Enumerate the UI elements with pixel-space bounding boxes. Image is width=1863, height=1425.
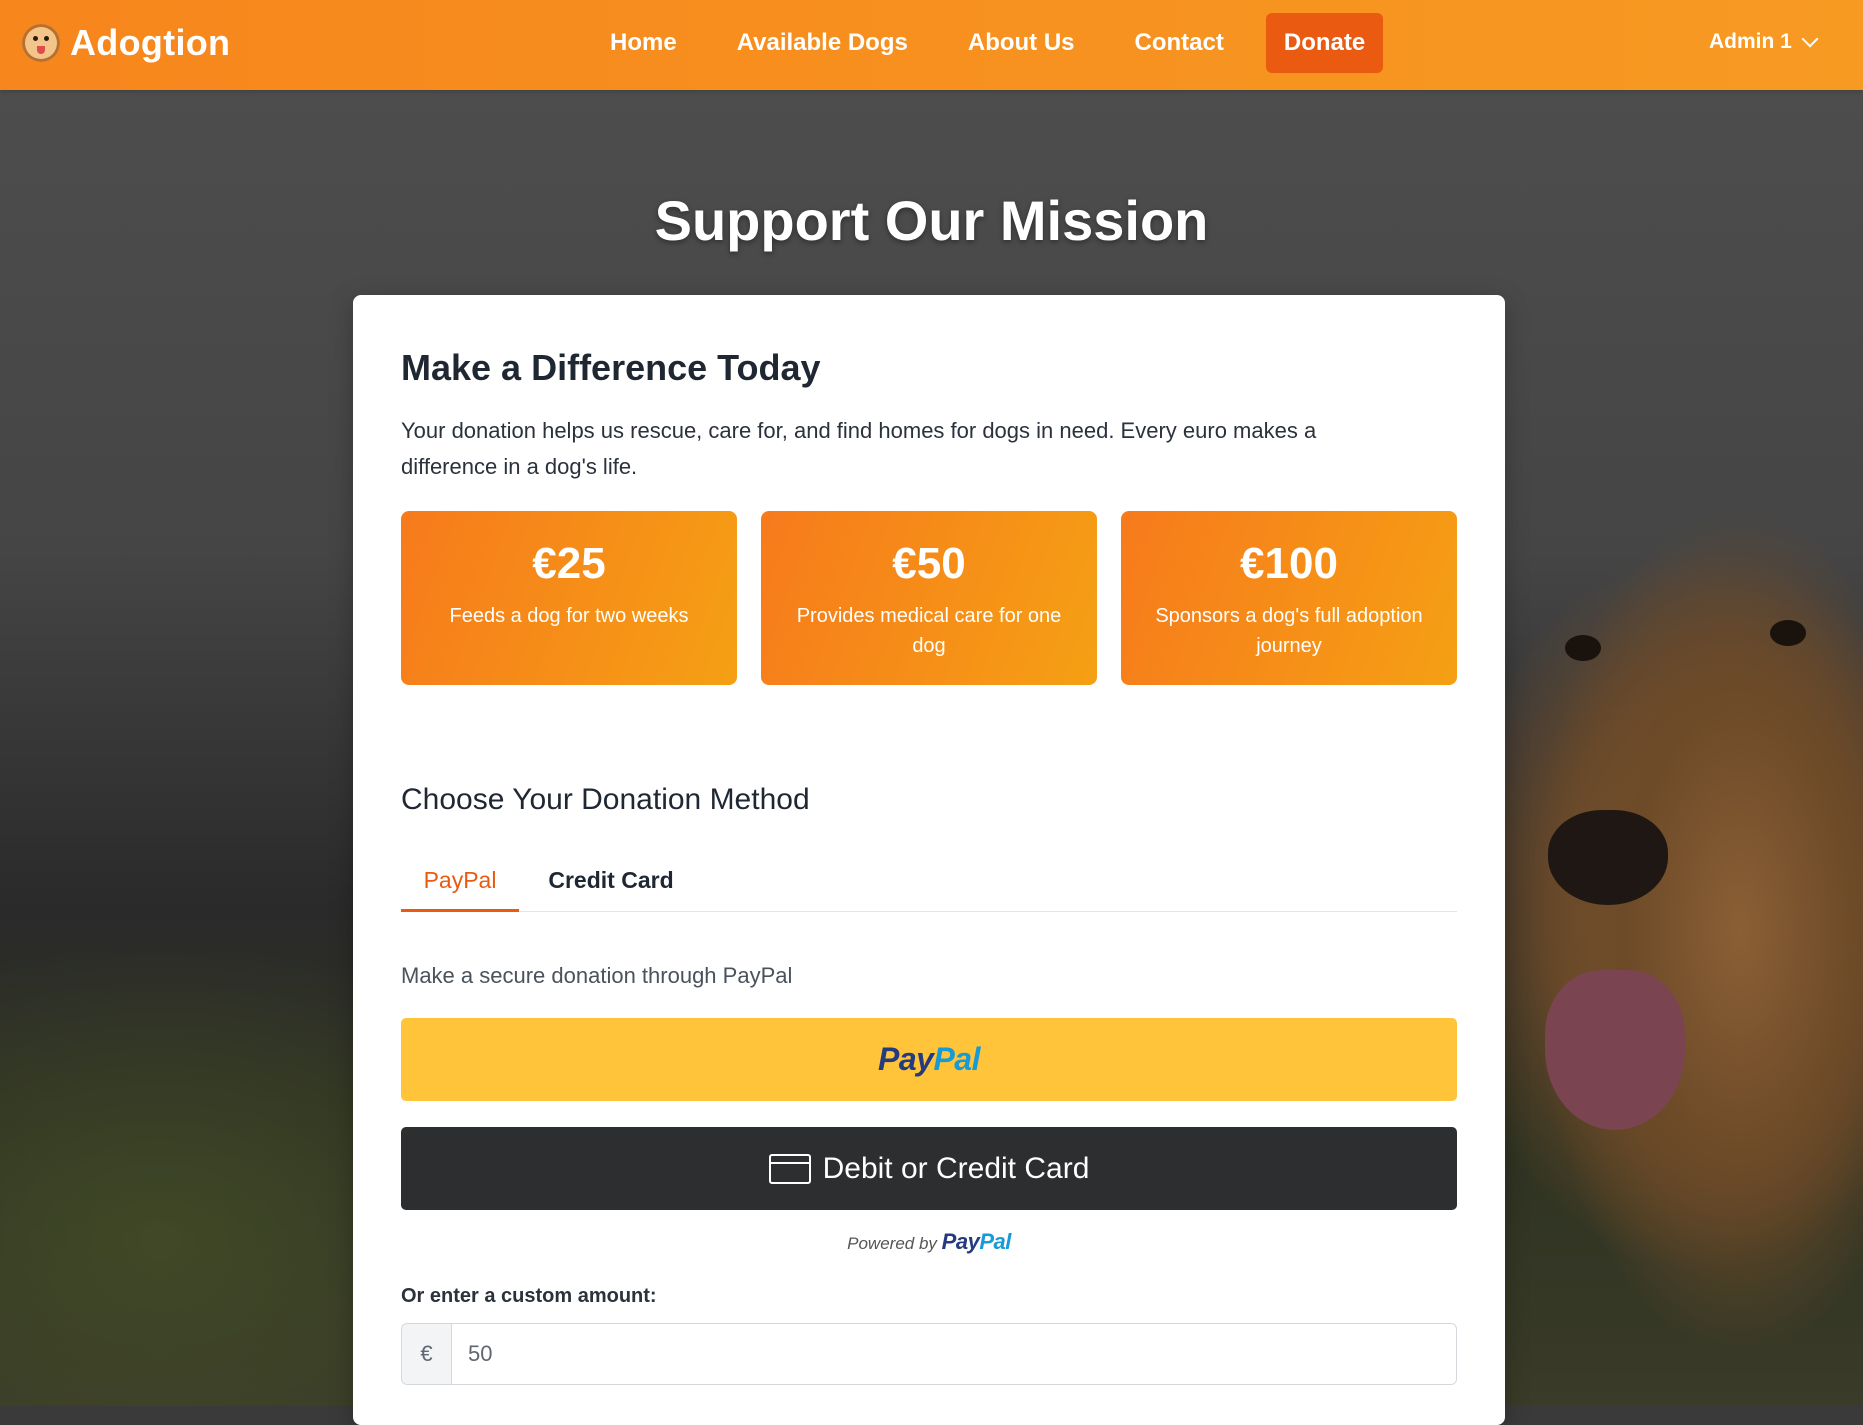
card-description: Your donation helps us rescue, care for,… — [401, 418, 1317, 479]
dog-tongue — [1545, 970, 1685, 1130]
tab-credit-card[interactable]: Credit Card — [541, 855, 681, 909]
paypal-logo: PayPal — [878, 1041, 980, 1077]
brand-logo[interactable]: Adogtion — [22, 22, 230, 64]
tier-card-50[interactable]: €50 Provides medical care for one dog — [761, 511, 1097, 685]
nav-link-available-dogs[interactable]: Available Dogs — [707, 13, 938, 73]
dog-face-icon — [22, 24, 60, 62]
donation-tiers: €25 Feeds a dog for two weeks €50 Provid… — [401, 511, 1457, 685]
card-title: Make a Difference Today — [401, 347, 821, 388]
nav-link-contact[interactable]: Contact — [1105, 13, 1254, 73]
credit-card-icon — [768, 1153, 811, 1184]
custom-amount-group: € — [401, 1323, 1457, 1385]
dog-eye-right — [1770, 620, 1806, 646]
dog-nose — [1548, 810, 1668, 905]
tier-amount: €25 — [532, 539, 606, 588]
nav-link-home[interactable]: Home — [580, 13, 707, 73]
user-name: Admin 1 — [1709, 30, 1792, 53]
dog-eye-left — [1565, 635, 1601, 661]
custom-amount-label: Or enter a custom amount: — [401, 1285, 657, 1307]
tier-description: Provides medical care for one dog — [796, 605, 1062, 657]
nav-link-about-us[interactable]: About Us — [938, 13, 1105, 73]
tab-paypal[interactable]: PayPal — [401, 855, 519, 912]
tier-description: Feeds a dog for two weeks — [449, 605, 689, 627]
method-title: Choose Your Donation Method — [401, 783, 810, 816]
card-button-label: Debit or Credit Card — [822, 1151, 1090, 1185]
tier-amount: €100 — [1240, 539, 1338, 588]
custom-amount-input[interactable] — [451, 1323, 1457, 1385]
chevron-down-icon — [1801, 30, 1819, 48]
tier-card-100[interactable]: €100 Sponsors a dog's full adoption jour… — [1121, 511, 1457, 685]
nav-link-donate[interactable]: Donate — [1265, 13, 1384, 73]
tier-card-25[interactable]: €25 Feeds a dog for two weeks — [401, 511, 737, 685]
secure-donation-text: Make a secure donation through PayPal — [401, 963, 793, 988]
page-title: Support Our Mission — [654, 189, 1209, 252]
nav-links: Home Available Dogs About Us Contact Don… — [580, 13, 1384, 73]
brand-name: Adogtion — [70, 22, 231, 63]
paypal-logo-small: PayPal — [941, 1229, 1012, 1254]
tier-description: Sponsors a dog's full adoption journey — [1155, 605, 1423, 657]
powered-by-label: Powered by — [847, 1234, 937, 1253]
navbar: Adogtion Home Available Dogs About Us Co… — [0, 0, 1863, 90]
paypal-button[interactable]: PayPal — [401, 1018, 1457, 1101]
tier-amount: €50 — [892, 539, 966, 588]
powered-by-paypal: Powered by PayPal — [401, 1229, 1457, 1255]
user-menu[interactable]: Admin 1 — [1709, 30, 1819, 54]
debit-credit-card-button[interactable]: Debit or Credit Card — [401, 1127, 1457, 1210]
donation-card: Make a Difference Today Your donation he… — [353, 295, 1505, 1425]
payment-tabs: PayPal Credit Card — [401, 855, 1457, 912]
currency-prefix: € — [401, 1323, 451, 1385]
